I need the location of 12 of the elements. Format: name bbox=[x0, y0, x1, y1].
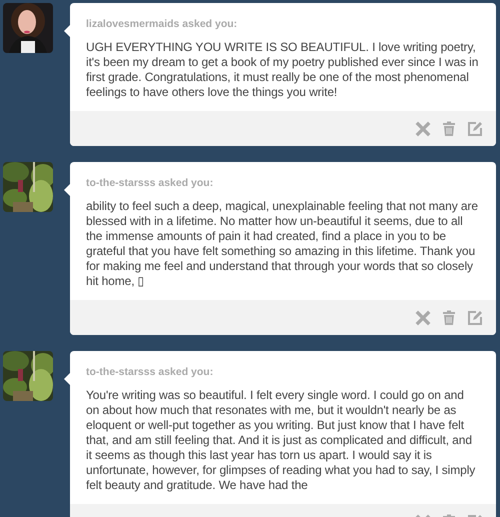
question-text: ability to feel such a deep, magical, unexplainable feeling that not many are blessed with in a lifetime. No matter how un-beautiful it seems, due to all the immense amounts of pain it had created, find a place in you to be grateful that you have felt something so amazing in this lifetime. Thank you for making me feel and understand that through your words that so closely hit home, ▯ bbox=[86, 199, 479, 289]
asker-name: lizalovesmermaids asked you: bbox=[86, 18, 238, 30]
trash-icon[interactable] bbox=[440, 120, 458, 138]
delete-icon[interactable] bbox=[414, 308, 432, 326]
trash-icon[interactable] bbox=[440, 308, 458, 326]
asker-name: to-the-starsss asked you: bbox=[86, 366, 214, 378]
question-text: UGH EVERYTHING YOU WRITE IS SO BEAUTIFUL. I love writing poetry, it's been my dream to get a book of my poetry published ever since I was in first grade. Congratulations, it must really be one of the most phenomenal feelings to have others love the things you write! bbox=[86, 40, 480, 100]
edit-icon[interactable] bbox=[466, 120, 484, 138]
delete-icon[interactable] bbox=[414, 120, 432, 138]
edit-icon[interactable] bbox=[466, 308, 484, 326]
asker-name: to-the-starsss asked you: bbox=[86, 177, 214, 189]
question-text: You're writing was so beautiful. I felt every single word. I could go on and on about how much that resonates with me, but it wouldn't nearly be as eloquent or well-put together as you writing. But just know that I have felt that, and am still feeling that. And it is just as complicated and difficult, and it seems as though this last year has torn us apart. I would say it is unfortunate, however, for glimpses of reading what you had to say, I simply felt beauty and gratitude. We have had the bbox=[86, 388, 476, 493]
